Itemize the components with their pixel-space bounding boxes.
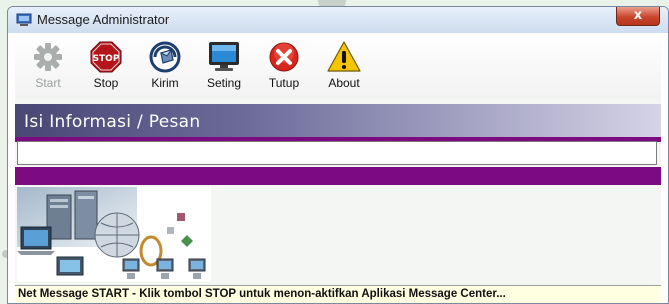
settings-button[interactable]: Seting <box>199 41 249 99</box>
close-button[interactable]: x <box>616 7 660 26</box>
message-input[interactable] <box>17 141 657 165</box>
stop-sign-icon: STOP <box>90 41 122 73</box>
close-label: Tutup <box>268 76 300 90</box>
title-bar[interactable]: Message Administrator x <box>8 7 668 33</box>
status-text: Net Message START - Klik tombol STOP unt… <box>18 288 506 300</box>
purple-bar <box>15 167 661 185</box>
start-button[interactable]: Start <box>23 41 73 99</box>
start-label: Start <box>35 76 61 90</box>
network-illustration <box>17 187 211 282</box>
gear-icon <box>34 43 62 71</box>
send-button[interactable]: Kirim <box>140 41 190 99</box>
send-icon <box>149 41 181 73</box>
section-header: Isi Informasi / Pesan <box>15 104 661 137</box>
stop-label: Stop <box>93 76 119 90</box>
about-label: About <box>328 76 360 90</box>
close-circle-icon <box>269 42 299 72</box>
toolbar: Start STOP Stop Kirim Seting Tutup About <box>15 33 661 99</box>
stop-icon-text: STOP <box>93 54 120 64</box>
monitor-icon <box>209 42 239 71</box>
app-icon <box>16 13 32 26</box>
send-label: Kirim <box>151 76 179 90</box>
about-button[interactable]: About <box>319 41 369 99</box>
status-bar: Net Message START - Klik tombol STOP unt… <box>15 285 661 303</box>
client-area: Start STOP Stop Kirim Seting Tutup About… <box>15 33 661 303</box>
close-app-button[interactable]: Tutup <box>259 41 309 99</box>
section-title: Isi Informasi / Pesan <box>24 112 201 132</box>
message-administrator-window: Message Administrator x Start STOP Stop … <box>7 6 669 304</box>
warning-icon <box>327 41 361 72</box>
settings-label: Seting <box>206 76 242 90</box>
stop-button[interactable]: STOP Stop <box>81 41 131 99</box>
window-title: Message Administrator <box>37 12 170 27</box>
